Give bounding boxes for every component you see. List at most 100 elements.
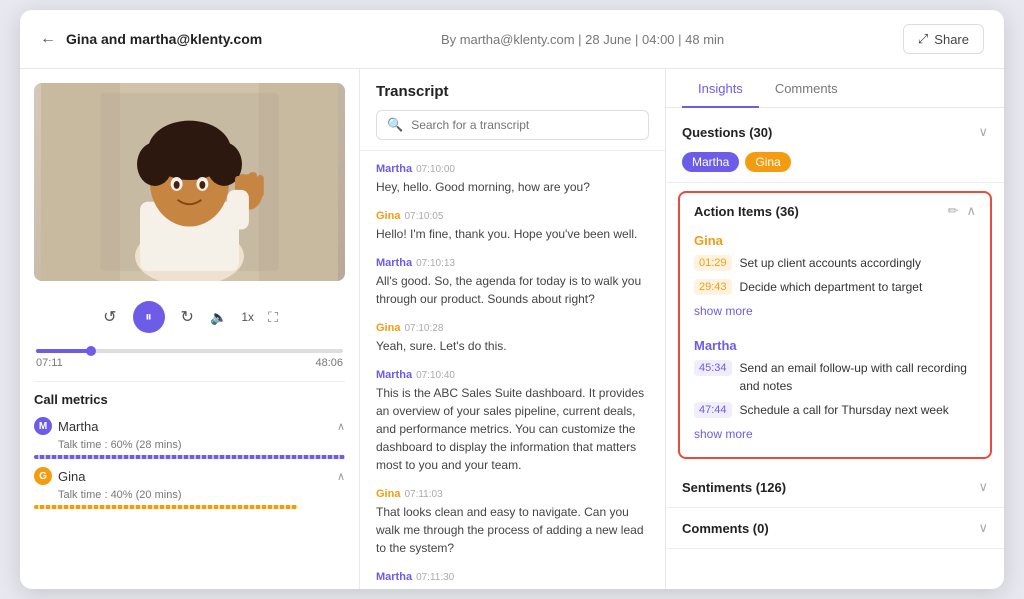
questions-section: Questions (30) ∨ Martha Gina bbox=[666, 112, 1004, 183]
talk-bar-martha bbox=[34, 455, 345, 459]
left-panel: ↺ ⏸ ↻ 🔈 1x ⛶ 07: bbox=[20, 69, 360, 589]
transcript-text-0: Hey, hello. Good morning, how are you? bbox=[376, 178, 649, 196]
speaker-label-2: Martha07:10:13 bbox=[376, 257, 649, 269]
martha-action-name: Martha bbox=[694, 338, 976, 353]
forward-button[interactable]: ↻ bbox=[179, 305, 196, 329]
speaker-label-6: Martha07:11:30 bbox=[376, 571, 649, 583]
transcript-text-5: That looks clean and easy to navigate. C… bbox=[376, 503, 649, 557]
progress-bar-container[interactable]: 07:11 48:06 bbox=[34, 349, 345, 369]
video-thumbnail bbox=[34, 83, 345, 281]
forward-icon: ↻ bbox=[181, 309, 194, 326]
progress-thumb bbox=[86, 346, 96, 356]
martha-show-more[interactable]: show more bbox=[694, 425, 976, 449]
share-button[interactable]: ⤢ Share bbox=[903, 24, 984, 54]
questions-section-header[interactable]: Questions (30) ∨ bbox=[666, 112, 1004, 152]
share-icon: ⤢ bbox=[918, 31, 928, 47]
edit-icon[interactable]: ✏ bbox=[948, 203, 959, 219]
speaker-name-martha: M Martha bbox=[34, 417, 98, 435]
chevron-gina[interactable]: ∧ bbox=[337, 470, 345, 483]
comments-chevron: ∨ bbox=[978, 520, 988, 536]
speaker-label-gina: Gina bbox=[58, 469, 85, 484]
total-time: 48:06 bbox=[315, 357, 343, 369]
header-left: ← Gina and martha@klenty.com bbox=[40, 30, 262, 48]
questions-tags: Martha Gina bbox=[666, 152, 1004, 182]
action-text-gina-1: Decide which department to target bbox=[740, 278, 923, 296]
transcript-title: Transcript bbox=[376, 83, 649, 100]
back-button[interactable]: ← bbox=[40, 30, 56, 48]
action-items-section: Action Items (36) ✏ ∧ Gina 01:29 Set up … bbox=[678, 191, 992, 459]
transcript-text-1: Hello! I'm fine, thank you. Hope you've … bbox=[376, 225, 649, 243]
talk-time-martha: Talk time : 60% (28 mins) bbox=[58, 439, 345, 451]
metrics-title: Call metrics bbox=[34, 392, 345, 407]
tab-insights[interactable]: Insights bbox=[682, 69, 759, 108]
action-items-title: Action Items (36) bbox=[694, 204, 799, 219]
gina-action-name: Gina bbox=[694, 233, 976, 248]
transcript-block-2: Martha07:10:13 All's good. So, the agend… bbox=[376, 257, 649, 308]
action-ts-gina-0: 01:29 bbox=[694, 255, 732, 271]
speaker-label-martha: Martha bbox=[58, 419, 98, 434]
transcript-block-6: Martha07:11:30 Absolutely! To add a new … bbox=[376, 571, 649, 589]
video-player[interactable] bbox=[34, 83, 345, 281]
speaker-name-gina: G Gina bbox=[34, 467, 85, 485]
progress-track[interactable] bbox=[36, 349, 343, 353]
action-items-chevron: ∧ bbox=[966, 203, 976, 219]
time-labels: 07:11 48:06 bbox=[36, 357, 343, 369]
header: ← Gina and martha@klenty.com By martha@k… bbox=[20, 10, 1004, 69]
page-title: Gina and martha@klenty.com bbox=[66, 31, 262, 47]
transcript-block-0: Martha07:10:00 Hey, hello. Good morning,… bbox=[376, 163, 649, 196]
current-time: 07:11 bbox=[36, 357, 63, 369]
q-tag-martha[interactable]: Martha bbox=[682, 152, 739, 172]
speaker-label-3: Gina07:10:28 bbox=[376, 322, 649, 334]
call-metrics: Call metrics M Martha ∧ Talk time : 60% … bbox=[34, 381, 345, 517]
talk-bar-gina bbox=[34, 505, 298, 509]
sentiments-section: Sentiments (126) ∨ bbox=[666, 467, 1004, 508]
fullscreen-icon[interactable]: ⛶ bbox=[268, 309, 278, 326]
transcript-text-6: Absolutely! To add a new lead, you simpl… bbox=[376, 586, 649, 589]
rewind-button[interactable]: ↺ bbox=[101, 305, 118, 329]
q-tag-gina[interactable]: Gina bbox=[745, 152, 790, 172]
insights-body: Questions (30) ∨ Martha Gina bbox=[666, 108, 1004, 589]
pause-button[interactable]: ⏸ bbox=[133, 301, 165, 333]
action-items-right: ✏ ∧ bbox=[948, 203, 976, 219]
transcript-text-4: This is the ABC Sales Suite dashboard. I… bbox=[376, 384, 649, 474]
action-item-gina-1: 29:43 Decide which department to target bbox=[694, 278, 976, 296]
insights-tabs: Insights Comments bbox=[666, 69, 1004, 108]
search-icon: 🔍 bbox=[387, 117, 403, 133]
speed-label[interactable]: 1x bbox=[241, 310, 254, 324]
action-item-gina-0: 01:29 Set up client accounts accordingly bbox=[694, 254, 976, 272]
transcript-search-input[interactable] bbox=[411, 118, 638, 132]
speaker-label-5: Gina07:11:03 bbox=[376, 488, 649, 500]
transcript-text-2: All's good. So, the agenda for today is … bbox=[376, 272, 649, 308]
progress-fill bbox=[36, 349, 91, 353]
speaker-row-gina: G Gina ∧ bbox=[34, 467, 345, 485]
transcript-panel: Transcript 🔍 Martha07:10:00 Hey, hello. … bbox=[360, 69, 666, 589]
action-item-martha-1: 47:44 Schedule a call for Thursday next … bbox=[694, 401, 976, 419]
talk-time-gina: Talk time : 40% (20 mins) bbox=[58, 489, 345, 501]
transcript-block-4: Martha07:10:40 This is the ABC Sales Sui… bbox=[376, 369, 649, 474]
action-text-martha-1: Schedule a call for Thursday next week bbox=[740, 401, 949, 419]
action-text-martha-0: Send an email follow-up with call record… bbox=[740, 359, 976, 395]
comments-title: Comments (0) bbox=[682, 521, 769, 536]
sentiments-title: Sentiments (126) bbox=[682, 480, 786, 495]
transcript-block-3: Gina07:10:28 Yeah, sure. Let's do this. bbox=[376, 322, 649, 355]
insights-panel: Insights Comments Questions (30) ∨ bbox=[666, 69, 1004, 589]
questions-title: Questions (30) bbox=[682, 125, 772, 140]
speaker-label-1: Gina07:10:05 bbox=[376, 210, 649, 222]
tab-comments[interactable]: Comments bbox=[759, 69, 854, 108]
share-label: Share bbox=[934, 32, 969, 47]
transcript-block-1: Gina07:10:05 Hello! I'm fine, thank you.… bbox=[376, 210, 649, 243]
gina-show-more[interactable]: show more bbox=[694, 302, 976, 326]
action-text-gina-0: Set up client accounts accordingly bbox=[740, 254, 921, 272]
transcript-header: Transcript 🔍 bbox=[360, 69, 665, 151]
speaker-initial-martha: M bbox=[34, 417, 52, 435]
action-items-header[interactable]: Action Items (36) ✏ ∧ bbox=[680, 193, 990, 229]
sentiments-chevron: ∨ bbox=[978, 479, 988, 495]
speaker-initial-gina: G bbox=[34, 467, 52, 485]
transcript-search-box[interactable]: 🔍 bbox=[376, 110, 649, 140]
transcript-text-3: Yeah, sure. Let's do this. bbox=[376, 337, 649, 355]
comments-header[interactable]: Comments (0) ∨ bbox=[666, 508, 1004, 548]
sentiments-header[interactable]: Sentiments (126) ∨ bbox=[666, 467, 1004, 507]
volume-icon: 🔈 bbox=[210, 309, 227, 326]
speaker-label-4: Martha07:10:40 bbox=[376, 369, 649, 381]
chevron-martha[interactable]: ∧ bbox=[337, 420, 345, 433]
